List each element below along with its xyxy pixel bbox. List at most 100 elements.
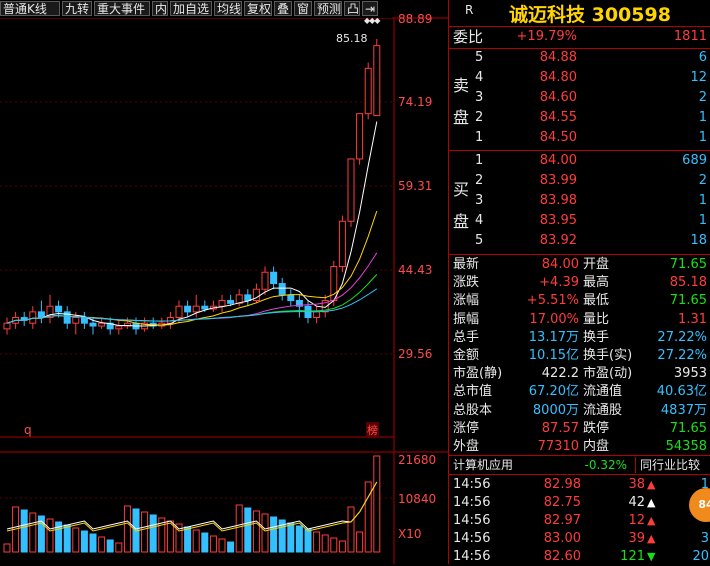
market-tag: R [465,3,474,17]
volume-bar [270,516,278,553]
sell-volume: 12 [690,70,707,85]
stat-label: 流通股 [583,402,623,418]
kline-type-dropdown[interactable]: 普通K线 [0,1,60,16]
export-icon[interactable]: ⇥ [362,1,378,16]
kline-canvas[interactable] [0,0,448,564]
home-icon[interactable]: 凸 [344,1,360,16]
sell-level: 2 [475,110,484,125]
window-button[interactable]: 窗 [294,1,312,16]
chart-toolbar: 普通K线 九转 重大事件 内 加自选 均线 复权 叠 窗 预测 凸 ⇥ ◆◆◆ [0,0,392,25]
volume-bar [192,529,200,553]
ma-line [6,288,378,324]
sell-level: 3 [475,90,484,105]
volume-bar [227,541,235,553]
buy-row[interactable]: 1 84.00 689 [449,152,710,170]
stat-value: 3953 [673,366,707,382]
sell-price: 84.50 [539,130,577,145]
volume-bar [141,511,149,553]
overlay-button[interactable]: 叠 [274,1,292,16]
sell-row[interactable]: 2 84.55 1 [449,109,710,127]
stat-row: 涨停 87.57 跌停 71.65 [449,420,710,438]
jiuzhuan-button[interactable]: 九转 [62,1,92,16]
ma-line [6,121,378,327]
volume-bar [98,536,106,553]
stat-label: 总市值 [453,384,493,400]
stat-value: 87.57 [541,420,579,436]
stat-value: 40.63亿 [656,384,707,400]
candle-body [364,67,372,115]
volume-bar [338,540,346,553]
stat-row: 振幅 17.00% 量比 1.31 [449,311,710,329]
tick-price: 82.98 [543,477,581,492]
volume-bar [63,524,71,553]
sell-volume: 1 [698,110,707,125]
tick-volume: 121 [620,549,645,564]
buy-level: 2 [475,173,484,188]
stat-row: 市盈(静) 422.2 市盈(动) 3953 [449,365,710,383]
stat-label: 总股本 [453,402,493,418]
volume-bar [321,534,329,553]
stat-label: 内盘 [583,439,610,454]
sell-volume: 2 [698,90,707,105]
sell-row[interactable]: 4 84.80 12 [449,69,710,87]
stat-value: 54358 [665,439,707,454]
stat-value: 10.15亿 [528,348,579,363]
stat-row: 外盘 77310 内盘 54358 [449,438,710,456]
candle-body [72,317,80,324]
stat-row: 金额 10.15亿 换手(实) 27.22% [449,347,710,365]
buy-row[interactable]: 4 83.95 1 [449,212,710,230]
stat-value: 85.18 [669,275,707,291]
stat-value: 77310 [537,439,579,454]
candle-body [55,305,63,313]
volume-bar [201,532,209,553]
peak-price-label: 85.18 [336,32,368,45]
adjust-button[interactable]: 复权 [244,1,272,16]
tick-time: 14:56 [453,477,491,492]
tick-time: 14:56 [453,549,491,564]
volume-bar [295,525,303,553]
scroll-arrows-icon[interactable]: ◆◆◆ [364,16,381,25]
sell-row[interactable]: 5 84.88 6 [449,49,710,67]
y-tick-label: 74.19 [398,95,433,109]
stat-label: 最低 [583,293,610,309]
add-favorite-button[interactable]: 加自选 [170,1,212,16]
volume-bar [46,518,54,553]
candle-body [356,113,364,160]
stat-label: 跌停 [583,420,610,436]
tick-time: 14:56 [453,513,491,528]
vol-tick-label: 21680 [398,453,437,467]
stat-label: 开盘 [583,257,610,272]
ranking-badge[interactable]: 榜 [366,422,379,438]
candle-body [37,311,45,319]
inner-button[interactable]: 内 [152,1,168,16]
volume-bar [149,514,157,553]
buy-volume: 1 [698,193,707,208]
major-events-button[interactable]: 重大事件 [94,1,150,16]
stat-label: 涨幅 [453,293,480,309]
forecast-button[interactable]: 预测 [314,1,342,16]
sell-row[interactable]: 1 84.50 1 [449,129,710,147]
ma-line [6,252,378,324]
tick-time: 14:56 [453,531,491,546]
volume-ma-line [6,481,378,532]
tick-row: 14:56 82.60 121 ▼ 20 [449,548,710,566]
buy-row[interactable]: 2 83.99 2 [449,172,710,190]
candle-body [192,305,200,313]
sell-row[interactable]: 3 84.60 2 [449,89,710,107]
buy-price: 84.00 [539,153,577,168]
buy-volume: 18 [690,233,707,248]
tick-row: 14:56 82.98 38 ▲ 1 [449,476,710,494]
sell-price: 84.88 [539,50,577,65]
industry-compare-button[interactable]: 同行业比较 [635,457,704,473]
volume-bar [72,527,80,553]
buy-row[interactable]: 3 83.98 1 [449,192,710,210]
quote-panel: R 诚迈科技 300598 委比 +19.79% 1811 卖 盘 5 84.88… [448,0,710,564]
stock-title: 诚迈科技 300598 [509,4,671,26]
y-tick-label: 44.43 [398,263,433,277]
industry-name: 计算机应用 [453,458,514,472]
buy-row[interactable]: 5 83.92 18 [449,232,710,250]
ma-button[interactable]: 均线 [214,1,242,16]
sell-price: 84.80 [539,70,577,85]
kline-chart[interactable]: 普通K线 九转 重大事件 内 加自选 均线 复权 叠 窗 预测 凸 ⇥ ◆◆◆ … [0,0,448,564]
stat-label: 涨跌 [453,275,480,291]
